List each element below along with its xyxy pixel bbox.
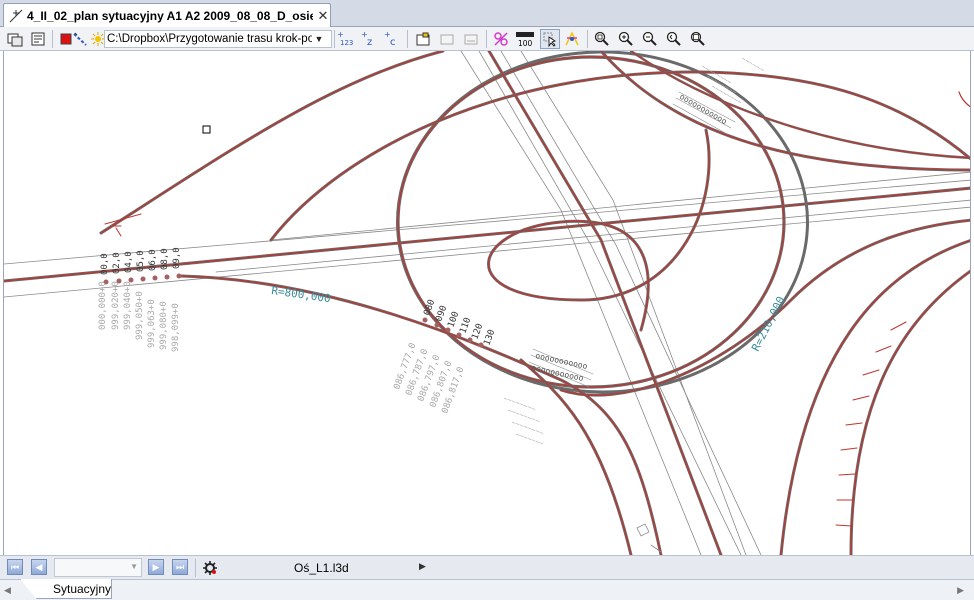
zoom-out-icon[interactable]: [640, 29, 660, 49]
toolbar-separator: [486, 30, 487, 48]
svg-text:~~~~~~: ~~~~~~: [740, 55, 766, 75]
svg-text:080: 080: [422, 298, 437, 317]
ramp-south-east: [559, 218, 970, 397]
path-value: C:\Dropbox\Przygotowanie trasu krok-po-k: [107, 33, 312, 45]
svg-text:999,063+0: 999,063+0: [147, 299, 157, 348]
path-dropdown[interactable]: C:\Dropbox\Przygotowanie trasu krok-po-k…: [104, 30, 332, 48]
ramp-top-curve: [269, 70, 970, 242]
last-icon[interactable]: ⏭: [172, 559, 188, 575]
scroll-left-icon[interactable]: ◀: [4, 585, 11, 596]
c-code-icon[interactable]: + c: [382, 29, 402, 49]
svg-text:120: 120: [470, 322, 485, 341]
document-tab[interactable]: 4_II_02_plan sytuacyjny A1 A2 2009_08_08…: [3, 3, 331, 27]
svg-text:110: 110: [458, 316, 473, 335]
chevron-down-icon[interactable]: ▼: [312, 34, 326, 44]
close-icon[interactable]: ✕: [316, 8, 330, 23]
snap-icon[interactable]: [491, 29, 511, 49]
svg-text:02,0: 02,0: [112, 252, 122, 274]
svg-text:999,040+0: 999,040+0: [123, 281, 133, 330]
zoom-all-icon[interactable]: [688, 29, 708, 49]
toolbar: C:\Dropbox\Przygotowanie trasu krok-po-k…: [0, 27, 974, 51]
number-points-icon[interactable]: +123: [336, 29, 356, 49]
sheet-tab-label: Sytuacyjny: [53, 582, 112, 596]
zoom-in-icon[interactable]: [616, 29, 636, 49]
select-icon[interactable]: [540, 29, 560, 49]
svg-text:+: +: [337, 30, 344, 39]
axis-navigation-bar: ⏮ ◀ ▼ ▶ ⏭ Oś_L1.l3d ▶: [0, 555, 974, 579]
inner-loop: [487, 128, 711, 332]
next-icon[interactable]: ▶: [148, 559, 164, 575]
frame-disabled-icon-2[interactable]: [461, 29, 481, 49]
toolbar-separator: [407, 30, 408, 48]
toolbar-separator: [195, 559, 196, 577]
chevron-down-icon[interactable]: ▼: [130, 562, 138, 571]
previous-icon[interactable]: ◀: [31, 559, 47, 575]
svg-text:090: 090: [434, 304, 449, 323]
sheet-tab-sytuacyjny[interactable]: Sytuacyjny: [20, 579, 112, 599]
svg-text:999,080+0: 999,080+0: [159, 301, 169, 350]
layers-icon[interactable]: [5, 29, 25, 49]
properties-icon[interactable]: [28, 29, 48, 49]
road-interchange-drawing[interactable]: 000,000+0 999,020+0 999,040+0 999,050+0 …: [4, 51, 970, 555]
svg-text:04,0: 04,0: [124, 251, 134, 273]
ramp-ne-upper: [629, 51, 970, 160]
document-title: 4_II_02_plan sytuacyjny A1 A2 2009_08_08…: [27, 8, 313, 23]
main-axis-ns: [487, 51, 723, 555]
toolbar-separator: [52, 30, 53, 48]
svg-text:123: 123: [340, 39, 353, 47]
svg-text:z: z: [367, 37, 372, 48]
zoom-window-icon[interactable]: [592, 29, 612, 49]
svg-text:998,099+0: 998,099+0: [171, 303, 181, 352]
zoom-previous-icon[interactable]: [664, 29, 684, 49]
svg-text:06,0: 06,0: [148, 249, 158, 271]
drawing-document-icon: [9, 9, 23, 22]
line-style-icon[interactable]: [70, 29, 90, 49]
svg-text:05,0: 05,0: [136, 250, 146, 272]
first-icon[interactable]: ⏮: [7, 559, 23, 575]
frame-icon[interactable]: [413, 29, 433, 49]
svg-text:08,0: 08,0: [160, 248, 170, 270]
settings-icon[interactable]: [202, 560, 218, 576]
title-bar: 4_II_02_plan sytuacyjny A1 A2 2009_08_08…: [0, 0, 974, 27]
scale-icon[interactable]: 100: [515, 29, 535, 49]
svg-text:100: 100: [518, 39, 533, 48]
radius-label-800: R=800,000: [271, 284, 332, 305]
z-elevation-icon[interactable]: + z: [359, 29, 379, 49]
svg-text:999,020+0: 999,020+0: [111, 281, 121, 330]
scroll-right-icon[interactable]: ▶: [957, 585, 964, 596]
sheet-tab-bar: ◀ Sytuacyjny ▶: [0, 579, 974, 600]
svg-text:000,000+0: 000,000+0: [98, 281, 108, 330]
axis-name-label: Oś_L1.l3d: [294, 561, 349, 575]
drawing-canvas[interactable]: 000,000+0 999,020+0 999,040+0 999,050+0 …: [3, 51, 971, 555]
toolbar-separator: [334, 30, 335, 48]
svg-text:c: c: [390, 37, 396, 48]
ramp-southwest: [179, 274, 663, 555]
svg-text:999,050+0: 999,050+0: [135, 291, 145, 340]
svg-text:00,0: 00,0: [100, 253, 110, 275]
svg-text:09,0: 09,0: [172, 247, 182, 269]
station-dropdown[interactable]: ▼: [54, 558, 142, 577]
svg-text:100: 100: [446, 310, 461, 329]
toolbar-separator: [587, 30, 588, 48]
svg-text:130: 130: [482, 328, 497, 347]
chevron-right-icon[interactable]: ▶: [419, 561, 426, 572]
frame-disabled-icon[interactable]: [437, 29, 457, 49]
ramp-top-right: [958, 91, 970, 108]
radius-label-210: R=210,000: [749, 294, 788, 353]
star-icon[interactable]: [562, 29, 582, 49]
ramp-east-curve-2: [849, 269, 970, 555]
